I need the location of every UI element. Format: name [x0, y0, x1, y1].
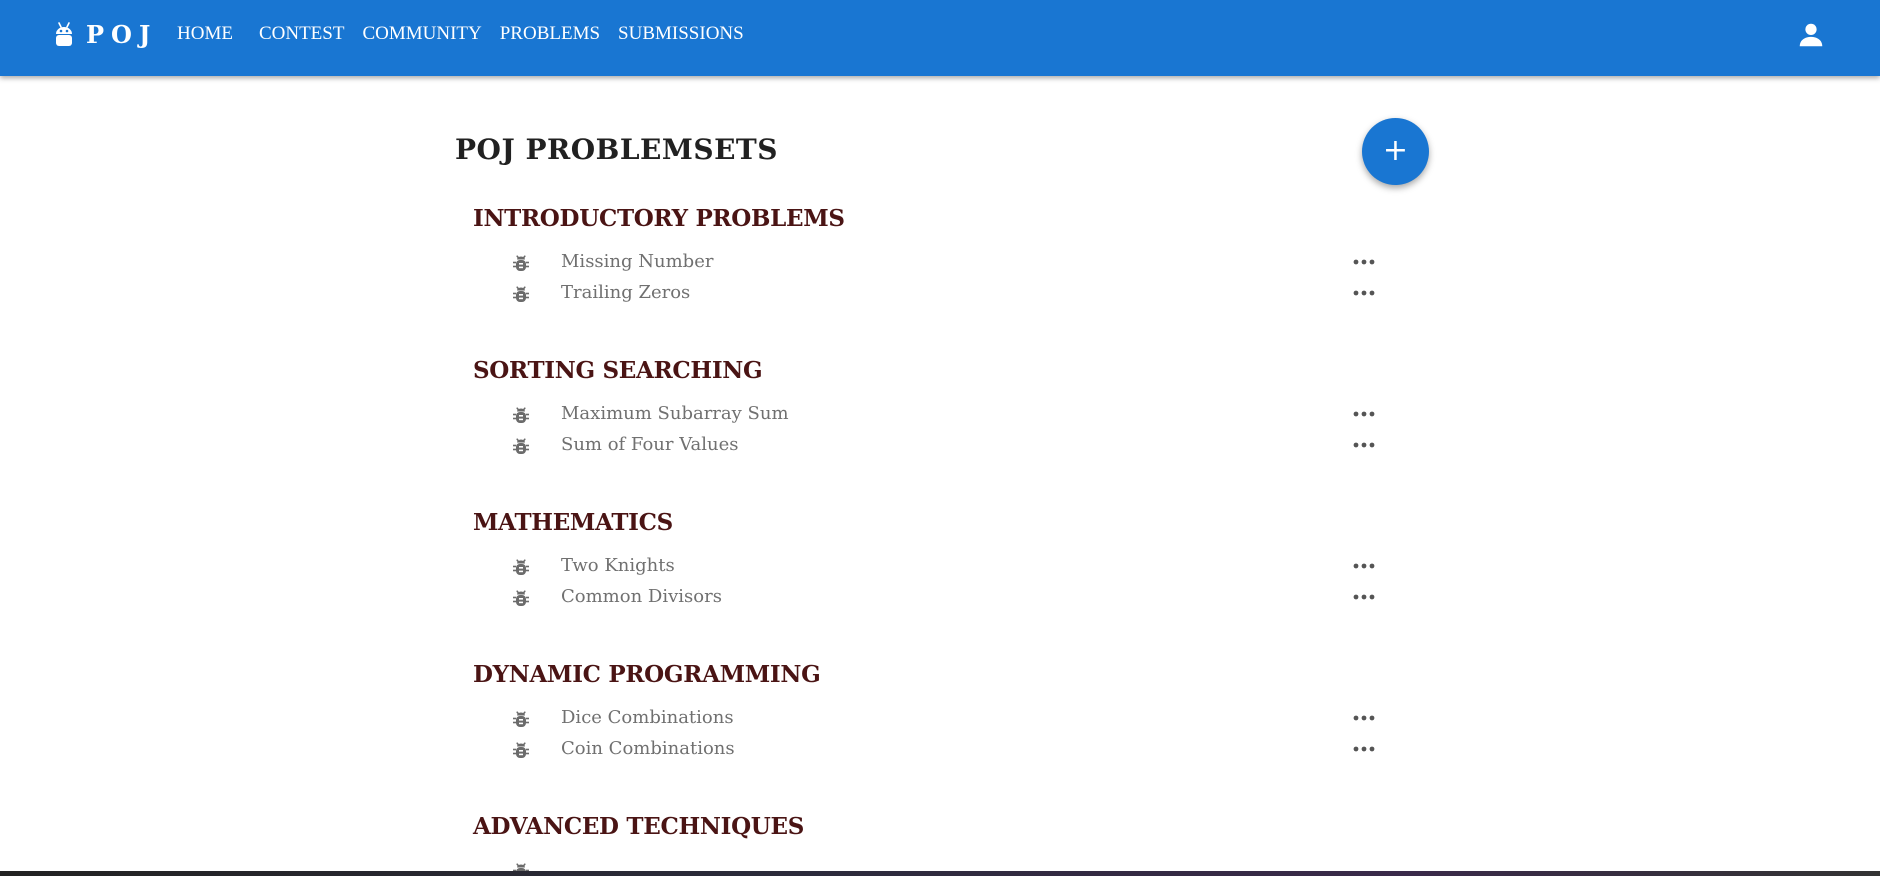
problem-item[interactable]: Common Divisors	[473, 583, 1393, 613]
top-app-bar: POJ HOME CONTEST COMMUNITY PROBLEMS SUBM…	[0, 0, 1880, 76]
problem-name[interactable]: Coin Combinations	[561, 738, 735, 760]
problemset-section: MATHEMATICS Two Knights Common Divisors	[473, 508, 1393, 607]
more-horizontal-icon[interactable]	[1353, 257, 1375, 267]
main-nav: HOME CONTEST COMMUNITY PROBLEMS SUBMISSI…	[168, 22, 753, 46]
nav-home[interactable]: HOME	[168, 22, 242, 46]
problem-item[interactable]: Coin Combinations	[473, 735, 1393, 765]
problem-name[interactable]: Missing Number	[561, 251, 713, 273]
brand[interactable]: POJ	[54, 18, 157, 50]
problemset-section: ADVANCED TECHNIQUES	[473, 812, 1393, 876]
bug-icon	[512, 590, 530, 607]
more-horizontal-icon[interactable]	[1353, 409, 1375, 419]
problem-name[interactable]: Dice Combinations	[561, 707, 734, 729]
more-horizontal-icon[interactable]	[1353, 592, 1375, 602]
taskbar-edge	[0, 871, 1880, 876]
section-title: SORTING SEARCHING	[473, 357, 763, 384]
problem-name[interactable]: Maximum Subarray Sum	[561, 403, 789, 425]
nav-problems[interactable]: PROBLEMS	[491, 22, 609, 46]
problem-item[interactable]: Dice Combinations	[473, 704, 1393, 734]
bug-icon	[512, 286, 530, 303]
more-horizontal-icon[interactable]	[1353, 288, 1375, 298]
problem-name[interactable]: Trailing Zeros	[561, 282, 690, 304]
problem-item[interactable]: Missing Number	[473, 248, 1393, 278]
section-title: DYNAMIC PROGRAMMING	[473, 661, 821, 688]
problem-item[interactable]: Maximum Subarray Sum	[473, 400, 1393, 430]
nav-submissions[interactable]: SUBMISSIONS	[609, 22, 753, 46]
brand-name: POJ	[86, 19, 158, 49]
more-horizontal-icon[interactable]	[1353, 713, 1375, 723]
bug-icon	[512, 559, 530, 576]
more-horizontal-icon[interactable]	[1353, 561, 1375, 571]
nav-contest[interactable]: CONTEST	[250, 22, 354, 46]
section-title: MATHEMATICS	[473, 509, 673, 536]
problem-item[interactable]: Sum of Four Values	[473, 431, 1393, 461]
bug-icon	[512, 742, 530, 759]
problemset-section: DYNAMIC PROGRAMMING Dice Combinations Co…	[473, 660, 1393, 759]
problem-name[interactable]: Two Knights	[561, 555, 675, 577]
add-problemset-button[interactable]: +	[1362, 118, 1429, 185]
android-logo-icon	[56, 22, 72, 46]
bug-icon	[512, 438, 530, 455]
problemset-section: SORTING SEARCHING Maximum Subarray Sum S…	[473, 356, 1393, 455]
problem-item[interactable]: Two Knights	[473, 552, 1393, 582]
bug-icon	[512, 255, 530, 272]
nav-community[interactable]: COMMUNITY	[353, 22, 490, 46]
page-title: POJ PROBLEMSETS	[455, 133, 778, 166]
account-icon[interactable]	[1796, 20, 1826, 50]
section-title: INTRODUCTORY PROBLEMS	[473, 205, 845, 232]
problem-name[interactable]: Sum of Four Values	[561, 434, 739, 456]
plus-icon: +	[1382, 132, 1409, 168]
problem-name[interactable]: Common Divisors	[561, 586, 722, 608]
more-horizontal-icon[interactable]	[1353, 744, 1375, 754]
more-horizontal-icon[interactable]	[1353, 440, 1375, 450]
section-title: ADVANCED TECHNIQUES	[473, 813, 805, 840]
problemset-section: INTRODUCTORY PROBLEMS Missing Number Tra…	[473, 204, 1393, 303]
bug-icon	[512, 407, 530, 424]
bug-icon	[512, 711, 530, 728]
problem-item[interactable]: Trailing Zeros	[473, 279, 1393, 309]
